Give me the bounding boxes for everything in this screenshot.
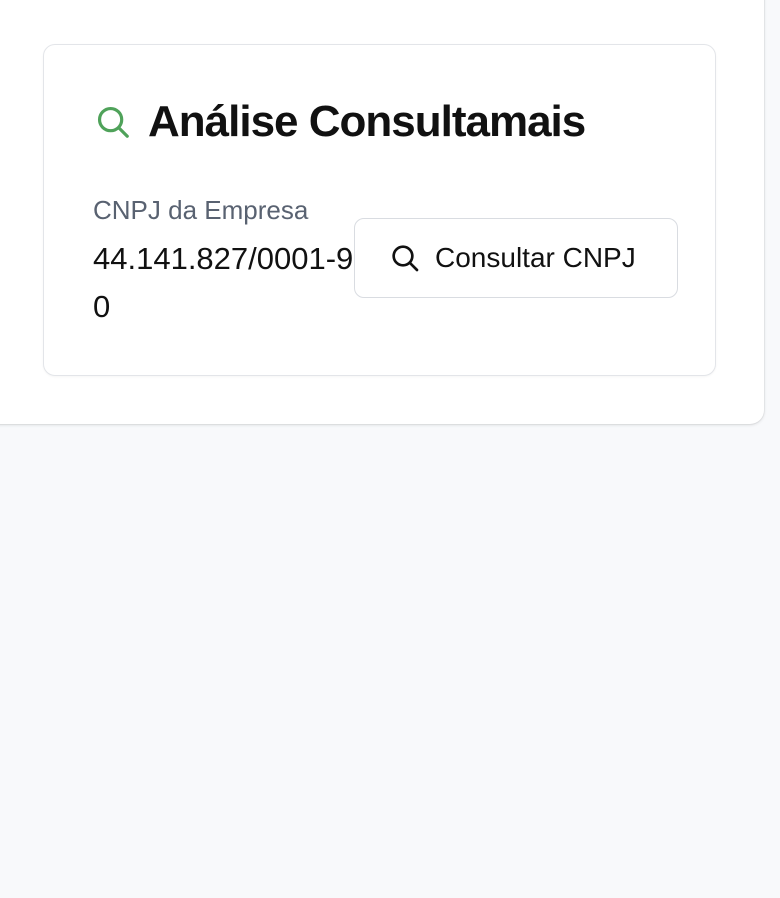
search-icon [389,242,421,274]
consultar-cnpj-button[interactable]: Consultar CNPJ [354,218,678,298]
consultar-cnpj-label: Consultar CNPJ [435,242,636,273]
consultamais-card: Análise Consultamais CNPJ da Empresa 44.… [43,44,716,376]
card-title: Análise Consultamais [148,97,586,146]
card-header: Análise Consultamais [94,97,586,147]
page: Análise Consultamais CNPJ da Empresa 44.… [0,0,780,898]
cnpj-field-value: 44.141.827/0001-90 [93,241,354,324]
cnpj-field-label: CNPJ da Empresa [93,195,309,225]
search-icon [94,103,132,141]
